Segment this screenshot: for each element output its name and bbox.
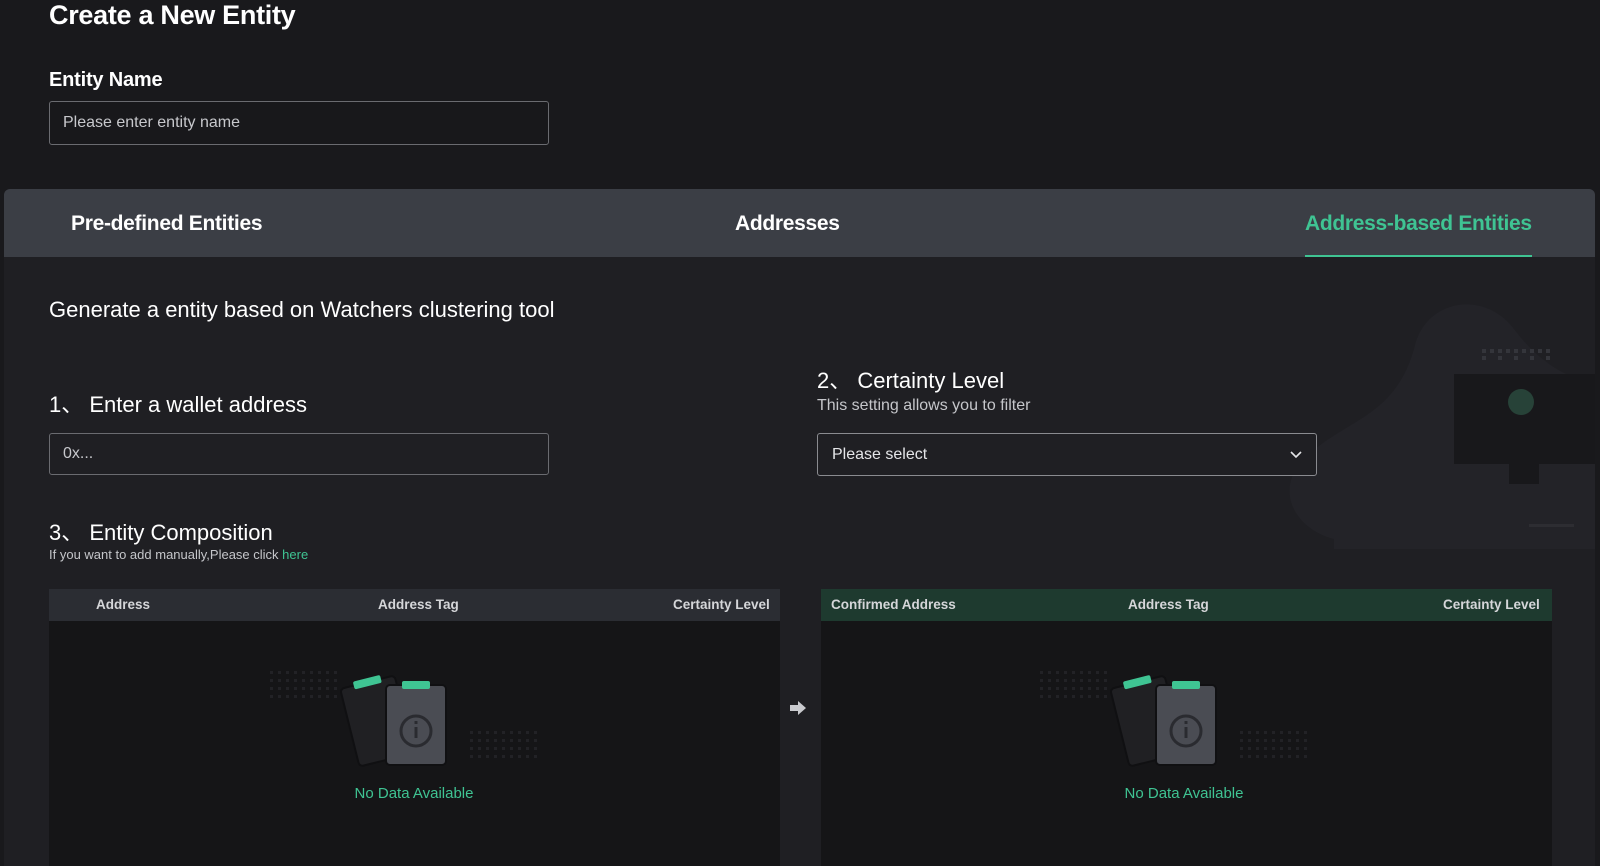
- step3-title: 3、 Entity Composition: [49, 520, 273, 545]
- wallet-address-input[interactable]: [49, 433, 549, 475]
- empty-clipboard-icon: [1040, 671, 1307, 767]
- column-header-confirmed-address: Confirmed Address: [831, 597, 956, 612]
- column-header-address-tag: Address Tag: [1128, 597, 1209, 612]
- add-manually-link[interactable]: here: [282, 547, 308, 562]
- background-illustration: [1289, 304, 1595, 549]
- active-tab-indicator: [1305, 255, 1532, 257]
- step1-title: 1、 Enter a wallet address: [49, 392, 308, 417]
- step2-title: 2、 Certainty Level: [817, 368, 1005, 393]
- step2-subtitle: This setting allows you to filter: [817, 397, 1031, 414]
- confirmed-address-table: Confirmed Address Address Tag Certainty …: [821, 589, 1552, 866]
- empty-clipboard-icon: [270, 671, 537, 767]
- page-title: Create a New Entity: [49, 0, 296, 30]
- step3-note-text: If you want to add manually,Please click: [49, 547, 283, 562]
- table-header: Confirmed Address Address Tag Certainty …: [821, 589, 1552, 621]
- column-header-address: Address: [96, 597, 151, 612]
- entity-name-label: Entity Name: [49, 69, 163, 91]
- entity-panel: Pre-defined Entities Addresses Address-b…: [4, 189, 1595, 866]
- intro-text: Generate a entity based on Watchers clus…: [49, 297, 555, 322]
- chevron-down-icon: [1290, 451, 1302, 459]
- tab-predefined-entities[interactable]: Pre-defined Entities: [71, 189, 263, 257]
- table-header: Address Address Tag Certainty Level: [49, 589, 780, 621]
- candidate-address-table: Address Address Tag Certainty Level No D…: [49, 589, 780, 866]
- column-header-address-tag: Address Tag: [378, 597, 459, 612]
- create-entity-page: Create a New Entity Entity Name Pre-defi…: [0, 0, 1600, 866]
- empty-state: No Data Available: [1034, 669, 1334, 809]
- tab-bar: Pre-defined Entities Addresses Address-b…: [4, 189, 1595, 257]
- column-header-certainty-level: Certainty Level: [1443, 597, 1540, 612]
- tab-address-based-entities-label: Address-based Entities: [1305, 212, 1532, 235]
- entity-name-input[interactable]: [49, 101, 549, 145]
- tab-addresses[interactable]: Addresses: [735, 189, 840, 257]
- empty-state-text: No Data Available: [354, 785, 474, 802]
- column-header-certainty-level: Certainty Level: [673, 597, 770, 612]
- empty-state-text: No Data Available: [1124, 785, 1244, 802]
- empty-state: No Data Available: [264, 669, 564, 809]
- tab-address-based-entities[interactable]: Address-based Entities: [1305, 189, 1532, 257]
- step3-note: If you want to add manually,Please click…: [49, 547, 308, 562]
- arrow-right-icon[interactable]: [789, 701, 807, 715]
- certainty-level-select-value: Please select: [832, 446, 928, 463]
- certainty-level-select[interactable]: Please select: [817, 433, 1317, 476]
